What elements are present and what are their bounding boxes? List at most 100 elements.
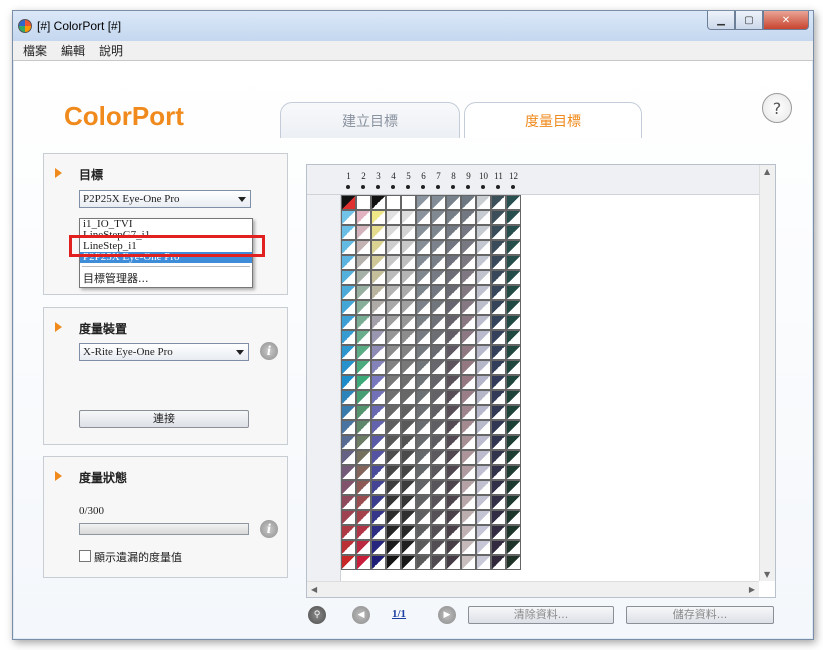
next-page-icon[interactable]: ▶ <box>438 606 456 624</box>
color-patch <box>416 225 431 240</box>
horizontal-scrollbar[interactable]: ◀ ▶ <box>307 581 759 597</box>
page-indicator[interactable]: 1/1 <box>392 608 406 620</box>
color-patch <box>446 435 461 450</box>
color-patch <box>476 240 491 255</box>
color-patch <box>461 255 476 270</box>
color-patch <box>356 255 371 270</box>
color-patch <box>341 465 356 480</box>
color-patch <box>341 210 356 225</box>
color-patch <box>341 540 356 555</box>
scroll-left-icon[interactable]: ◀ <box>311 585 317 594</box>
target-option[interactable]: i1_IO_TVI <box>80 219 252 230</box>
menu-edit[interactable]: 編輯 <box>61 42 85 59</box>
scroll-right-icon[interactable]: ▶ <box>749 585 755 594</box>
target-select[interactable]: P2P25X Eye-One Pro <box>79 190 251 208</box>
menu-file[interactable]: 檔案 <box>23 42 47 59</box>
color-patch <box>416 210 431 225</box>
column-marker <box>466 185 470 189</box>
prev-page-icon[interactable]: ◀ <box>352 606 370 624</box>
connect-button[interactable]: 連接 <box>79 410 249 428</box>
color-patch <box>476 255 491 270</box>
clear-data-button[interactable]: 清除資料... <box>468 606 614 624</box>
close-button[interactable]: ✕ <box>763 11 809 30</box>
brand-logo: ColorPort <box>64 101 184 131</box>
expand-arrow-icon <box>55 471 62 481</box>
color-patch <box>431 390 446 405</box>
color-patch <box>341 360 356 375</box>
color-patch <box>401 375 416 390</box>
column-number: 12 <box>509 171 518 181</box>
color-patch <box>476 345 491 360</box>
color-patch <box>371 525 386 540</box>
show-missing-checkbox[interactable] <box>79 550 91 562</box>
color-patch <box>506 330 521 345</box>
color-patch <box>476 330 491 345</box>
color-patch <box>446 375 461 390</box>
color-patch <box>431 240 446 255</box>
scroll-up-icon[interactable]: ▲ <box>764 167 770 176</box>
color-patch <box>416 555 431 570</box>
color-patch <box>446 210 461 225</box>
color-patch <box>386 240 401 255</box>
vertical-scrollbar[interactable]: ▲ ▼ <box>759 165 775 581</box>
color-patch <box>446 480 461 495</box>
color-patch <box>356 225 371 240</box>
color-patch <box>506 255 521 270</box>
color-patch <box>461 450 476 465</box>
color-patch <box>386 225 401 240</box>
color-patch <box>401 525 416 540</box>
color-patch <box>341 405 356 420</box>
color-patch <box>386 345 401 360</box>
color-patch <box>446 420 461 435</box>
color-patch <box>386 480 401 495</box>
tab-build-target[interactable]: 建立目標 <box>280 102 460 138</box>
tab-measure-target[interactable]: 度量目標 <box>464 102 642 138</box>
color-patch <box>461 405 476 420</box>
color-patch <box>431 450 446 465</box>
color-patch <box>431 510 446 525</box>
color-patch <box>401 450 416 465</box>
device-info-icon[interactable]: i <box>260 342 278 360</box>
color-patch <box>491 480 506 495</box>
color-patch <box>356 555 371 570</box>
color-patch <box>476 315 491 330</box>
menu-help[interactable]: 說明 <box>99 42 123 59</box>
minimize-button[interactable]: ▁ <box>707 11 735 30</box>
device-select[interactable]: X-Rite Eye-One Pro <box>79 343 249 361</box>
zoom-icon[interactable]: ⚲ <box>308 606 326 624</box>
color-patch <box>491 375 506 390</box>
color-patch <box>476 450 491 465</box>
color-patch <box>401 285 416 300</box>
chevron-down-icon <box>236 350 244 355</box>
column-marker <box>436 185 440 189</box>
color-patch <box>371 510 386 525</box>
color-patch <box>341 420 356 435</box>
color-patch <box>476 480 491 495</box>
color-patch <box>386 510 401 525</box>
color-patch <box>431 345 446 360</box>
color-patch <box>461 240 476 255</box>
save-data-button[interactable]: 儲存資料... <box>626 606 774 624</box>
color-patch <box>386 315 401 330</box>
color-patch <box>431 525 446 540</box>
color-patch <box>341 315 356 330</box>
color-patch <box>416 285 431 300</box>
scroll-down-icon[interactable]: ▼ <box>764 570 770 579</box>
color-patch <box>461 495 476 510</box>
status-info-icon[interactable]: i <box>260 520 278 538</box>
target-manager-option[interactable]: 目標管理器... <box>80 270 252 286</box>
color-patch <box>371 255 386 270</box>
color-patch <box>356 450 371 465</box>
color-patch <box>446 405 461 420</box>
maximize-button[interactable]: ▢ <box>735 11 763 30</box>
color-patch <box>341 555 356 570</box>
color-patch <box>401 405 416 420</box>
color-patch <box>356 345 371 360</box>
color-patch <box>491 555 506 570</box>
color-patch <box>476 285 491 300</box>
help-icon[interactable]: ? <box>762 93 792 123</box>
color-patch <box>506 360 521 375</box>
column-number: 7 <box>436 171 441 181</box>
color-patch <box>416 495 431 510</box>
color-patch <box>416 255 431 270</box>
